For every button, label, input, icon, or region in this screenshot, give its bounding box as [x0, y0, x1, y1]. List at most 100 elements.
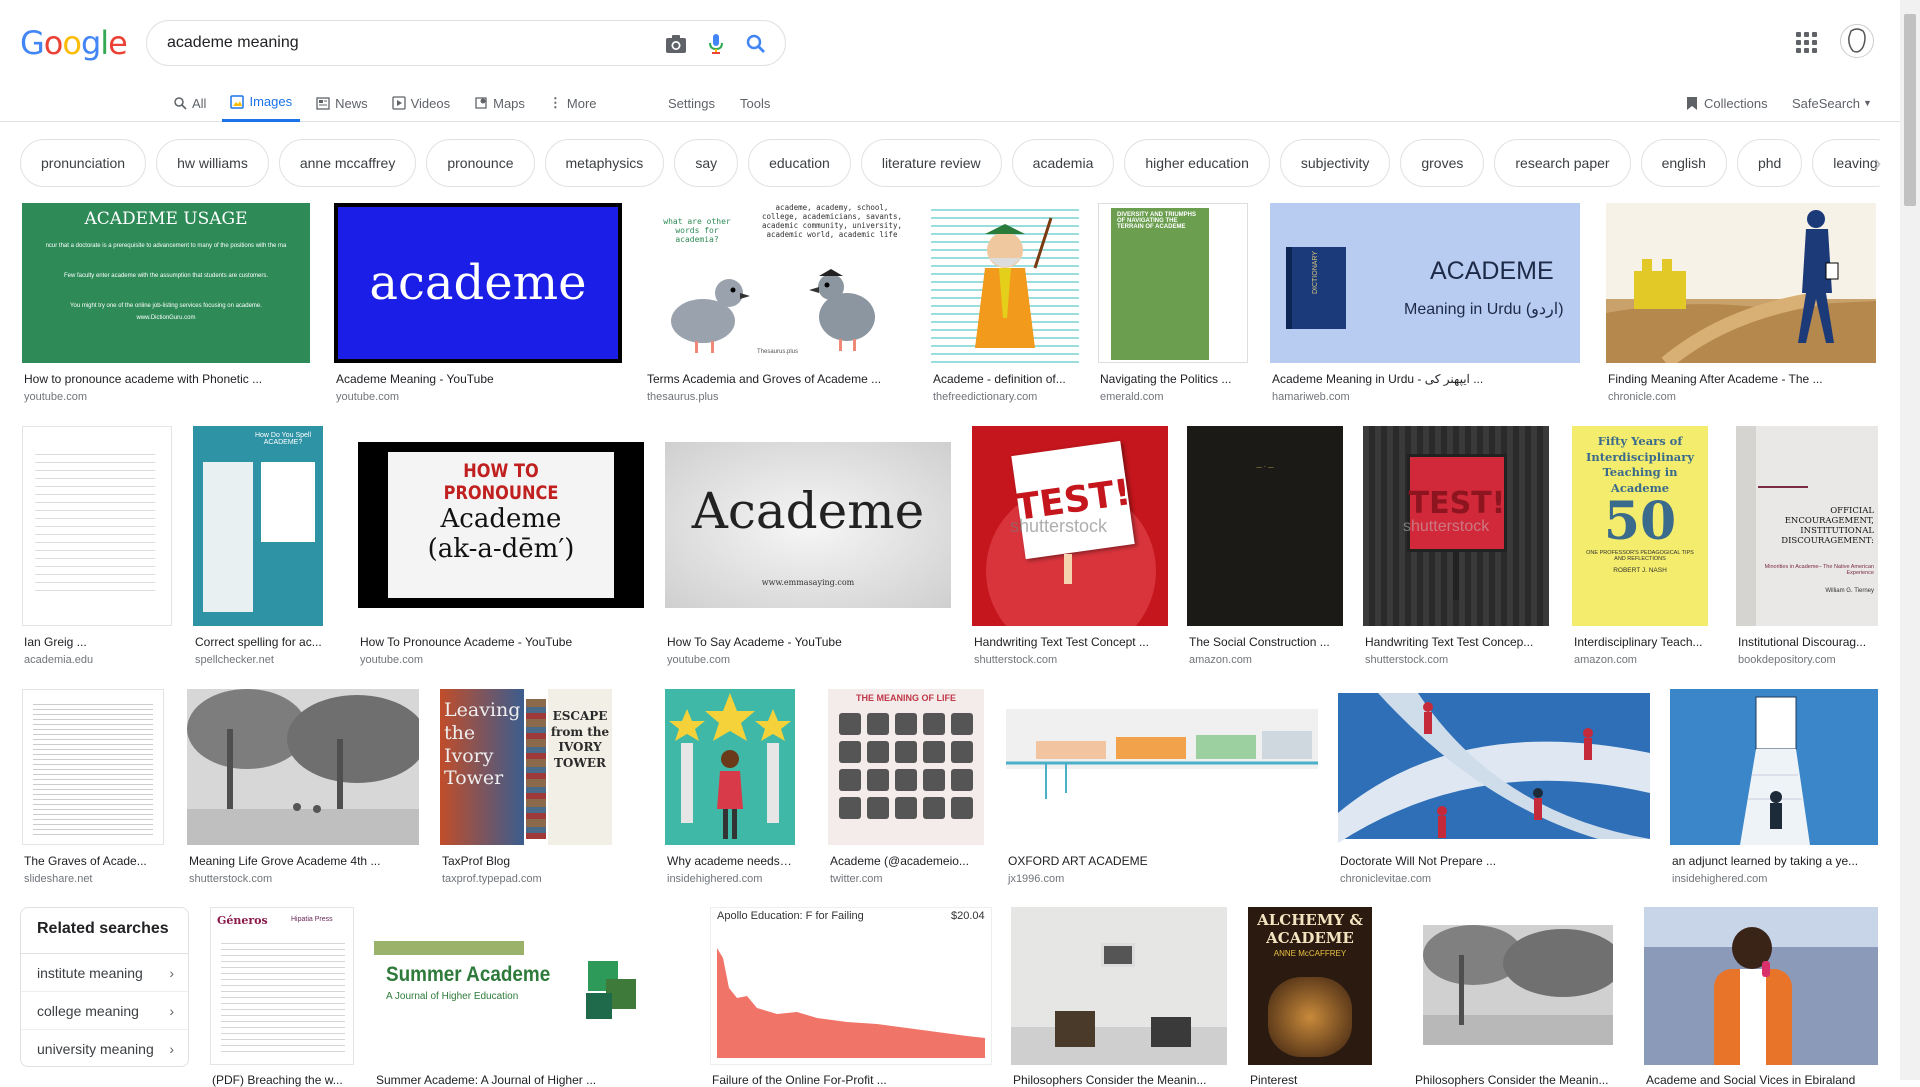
image-result[interactable]: Philosophers Consider the Meanin...	[1011, 907, 1227, 1087]
result-caption[interactable]: The Graves of Acade...	[24, 854, 166, 868]
tab-videos[interactable]: Videos	[384, 84, 459, 122]
chip-subjectivity[interactable]: subjectivity	[1279, 139, 1391, 187]
image-result[interactable]: OFFICIAL ENCOURAGEMENT, INSTITUTIONAL DI…	[1736, 426, 1878, 670]
result-caption[interactable]: Summer Academe: A Journal of Higher ...	[376, 1073, 688, 1087]
chip-english[interactable]: english	[1640, 139, 1727, 187]
image-result[interactable]: ALCHEMY & ACADEME ANNE McCAFFREY Pintere…	[1248, 907, 1374, 1087]
image-result[interactable]: Finding Meaning After Academe - The ... …	[1606, 203, 1876, 403]
image-result[interactable]: THE MEANING OF LIFE Academe (@academeio.…	[828, 689, 986, 889]
chip-higher-education[interactable]: higher education	[1124, 139, 1270, 187]
result-caption[interactable]: Doctorate Will Not Prepare ...	[1340, 854, 1648, 868]
result-caption[interactable]: How to pronounce academe with Phonetic .…	[24, 372, 304, 386]
related-search-item[interactable]: university meaning ›	[21, 1030, 188, 1068]
chip-anne-mccaffrey[interactable]: anne mccaffrey	[278, 139, 417, 187]
result-caption[interactable]: an adjunct learned by taking a ye...	[1672, 854, 1876, 868]
tab-more[interactable]: ⋮ More	[541, 84, 605, 122]
result-caption[interactable]: Institutional Discourag...	[1738, 635, 1878, 649]
image-result[interactable]: HOW TO PRONOUNCE Academe (ak-a-dēm′) How…	[358, 426, 646, 670]
image-result[interactable]: Summer Academe A Journal of Higher Educa…	[374, 907, 690, 1087]
image-result[interactable]: — · — The Social Construction ... amazon…	[1187, 426, 1343, 670]
chip-groves[interactable]: groves	[1400, 139, 1485, 187]
result-caption[interactable]: TaxProf Blog	[442, 854, 610, 868]
image-result[interactable]: Philosophers Consider the Meanin...	[1413, 907, 1623, 1087]
chip-metaphysics[interactable]: metaphysics	[544, 139, 665, 187]
image-result[interactable]: an adjunct learned by taking a ye... ins…	[1670, 689, 1878, 889]
result-caption[interactable]: Handwriting Text Test Concep...	[1365, 635, 1545, 649]
scrollbar-thumb[interactable]	[1904, 14, 1916, 206]
image-result[interactable]: Academe - definition of... thefreedictio…	[931, 203, 1079, 403]
tab-all[interactable]: All	[166, 84, 214, 122]
chip-research-paper[interactable]: research paper	[1494, 139, 1631, 187]
result-caption[interactable]: Academe (@academeio...	[830, 854, 984, 868]
result-caption[interactable]: Pinterest	[1250, 1073, 1372, 1087]
image-result[interactable]: TEST! shutterstock Handwriting Text Test…	[1363, 426, 1551, 670]
image-result[interactable]: Apollo Education: F for Failing $20.04 F…	[710, 907, 992, 1087]
image-result[interactable]: TEST! shutterstock Handwriting Text Test…	[972, 426, 1168, 670]
chip-literature-review[interactable]: literature review	[860, 139, 1002, 187]
search-input[interactable]	[167, 31, 637, 55]
result-caption[interactable]: Philosophers Consider the Meanin...	[1415, 1073, 1621, 1087]
result-caption[interactable]: Correct spelling for ac...	[195, 635, 335, 649]
result-caption[interactable]: The Social Construction ...	[1189, 635, 1339, 649]
result-caption[interactable]: Academe - definition of...	[933, 372, 1073, 386]
apps-grid-icon[interactable]	[1796, 32, 1818, 54]
image-result[interactable]: Leaving the Ivory Tower ESCAPE from the …	[440, 689, 612, 889]
result-caption[interactable]: How To Pronounce Academe - YouTube	[360, 635, 640, 649]
collections-link[interactable]: Collections	[1686, 84, 1768, 122]
chip-pronounce[interactable]: pronounce	[426, 139, 535, 187]
chip-say[interactable]: say	[674, 139, 739, 187]
chip-leaving[interactable]: leaving	[1812, 139, 1880, 187]
chip-phd[interactable]: phd	[1736, 139, 1803, 187]
avatar[interactable]	[1840, 24, 1874, 58]
camera-icon[interactable]	[663, 31, 689, 57]
result-caption[interactable]: Philosophers Consider the Meanin...	[1013, 1073, 1225, 1087]
result-caption[interactable]: Failure of the Online For-Profit ...	[712, 1073, 990, 1087]
chip-education[interactable]: education	[748, 139, 851, 187]
image-result[interactable]: Why academe needs t... insidehighered.co…	[665, 689, 795, 889]
image-result[interactable]: Géneros Hipatia Press (PDF) Breaching th…	[210, 907, 354, 1087]
result-caption[interactable]: Terms Academia and Groves of Academe ...	[647, 372, 907, 386]
result-caption[interactable]: Academe and Social Vices in Ebiraland	[1646, 1073, 1876, 1087]
image-result[interactable]: Doctorate Will Not Prepare ... chronicle…	[1338, 689, 1650, 889]
image-result[interactable]: Ian Greig ... academia.edu	[22, 426, 172, 670]
image-result[interactable]: OXFORD ART ACADEME jx1996.com	[1006, 689, 1318, 889]
settings-link[interactable]: Settings	[668, 84, 715, 122]
result-caption[interactable]: Why academe needs t...	[667, 854, 793, 868]
image-result[interactable]: Meaning Life Grove Academe 4th ... shutt…	[187, 689, 419, 889]
page-scrollbar[interactable]	[1900, 0, 1920, 1080]
image-result[interactable]: DIVERSITY AND TRIUMPHS OF NAVIGATING THE…	[1098, 203, 1248, 403]
microphone-icon[interactable]	[703, 31, 729, 57]
image-result[interactable]: ACADEME USAGE ncur that a doctorate is a…	[22, 203, 310, 403]
result-caption[interactable]: Navigating the Politics ...	[1100, 372, 1242, 386]
result-caption[interactable]: Handwriting Text Test Concept ...	[974, 635, 1164, 649]
result-caption[interactable]: Academe Meaning - YouTube	[336, 372, 616, 386]
result-caption[interactable]: How To Say Academe - YouTube	[667, 635, 947, 649]
tools-link[interactable]: Tools	[740, 84, 770, 122]
image-result[interactable]: Fifty Years of Interdisciplinary Teachin…	[1572, 426, 1708, 670]
safesearch-menu[interactable]: SafeSearch ▼	[1792, 84, 1872, 122]
result-caption[interactable]: (PDF) Breaching the w...	[212, 1073, 352, 1087]
related-search-item[interactable]: institute meaning ›	[21, 954, 188, 992]
tab-news[interactable]: News	[308, 84, 376, 122]
chip-academia[interactable]: academia	[1011, 139, 1115, 187]
tab-maps[interactable]: Maps	[466, 84, 533, 122]
image-result[interactable]: How Do You Spell ACADEME? Correct spelli…	[193, 426, 339, 670]
google-logo[interactable]: Google	[20, 24, 128, 62]
result-caption[interactable]: Academe Meaning in Urdu - ایپھنر کی ...	[1272, 372, 1572, 386]
related-search-item[interactable]: college meaning ›	[21, 992, 188, 1030]
result-caption[interactable]: OXFORD ART ACADEME	[1008, 854, 1316, 868]
search-submit-icon[interactable]	[743, 31, 769, 57]
chip-pronunciation[interactable]: pronunciation	[20, 139, 147, 187]
chip-hw-williams[interactable]: hw williams	[156, 139, 269, 187]
tab-images[interactable]: Images	[222, 84, 301, 122]
result-caption[interactable]: Meaning Life Grove Academe 4th ...	[189, 854, 417, 868]
chevron-right-icon[interactable]: ›	[1874, 150, 1881, 176]
result-caption[interactable]: Interdisciplinary Teach...	[1574, 635, 1706, 649]
result-caption[interactable]: Finding Meaning After Academe - The ...	[1608, 372, 1868, 386]
image-result[interactable]: academe Academe Meaning - YouTube youtub…	[334, 203, 622, 403]
image-result[interactable]: DICTIONARY ACADEME Meaning in Urdu (اردو…	[1270, 203, 1580, 403]
image-result[interactable]: what are other words for academia? acade…	[645, 203, 910, 403]
image-result[interactable]: Academe www.emmasaying.com How To Say Ac…	[665, 426, 953, 670]
image-result[interactable]: The Graves of Acade... slideshare.net	[22, 689, 168, 889]
image-result[interactable]: Academe and Social Vices in Ebiraland	[1644, 907, 1878, 1087]
